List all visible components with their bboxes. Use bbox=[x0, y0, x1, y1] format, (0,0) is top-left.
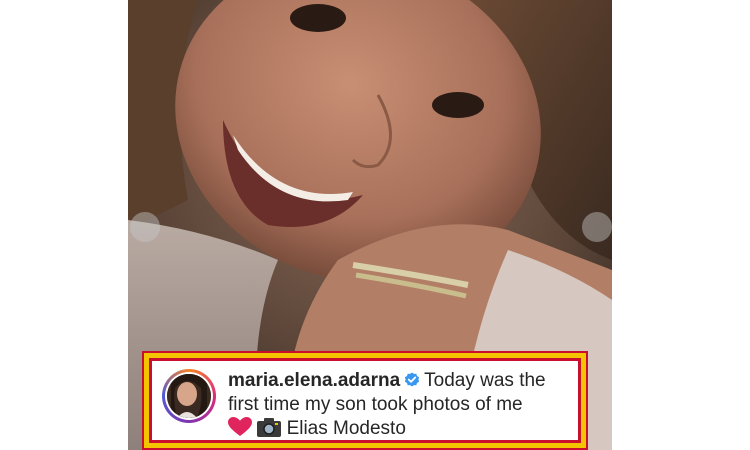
caption-line-1: Today was the bbox=[424, 370, 546, 391]
caption-text: maria.elena.adarna Today was the first ti… bbox=[228, 367, 546, 444]
post-screenshot: maria.elena.adarna Today was the first ti… bbox=[0, 0, 750, 450]
next-photo-button[interactable] bbox=[582, 212, 612, 242]
heart-icon bbox=[228, 417, 252, 444]
avatar-border bbox=[165, 372, 213, 420]
verified-badge-icon bbox=[404, 371, 420, 387]
avatar-image bbox=[167, 374, 211, 418]
camera-icon bbox=[257, 417, 282, 444]
mention-link[interactable]: Elias Modesto bbox=[287, 418, 406, 439]
previous-photo-button[interactable] bbox=[130, 212, 160, 242]
username-link[interactable]: maria.elena.adarna bbox=[228, 370, 400, 391]
caption-callout: maria.elena.adarna Today was the first ti… bbox=[146, 355, 584, 446]
caption-line-2: first time my son took photos of me bbox=[228, 394, 523, 415]
avatar-story-ring[interactable] bbox=[162, 369, 216, 423]
avatar bbox=[167, 374, 211, 418]
